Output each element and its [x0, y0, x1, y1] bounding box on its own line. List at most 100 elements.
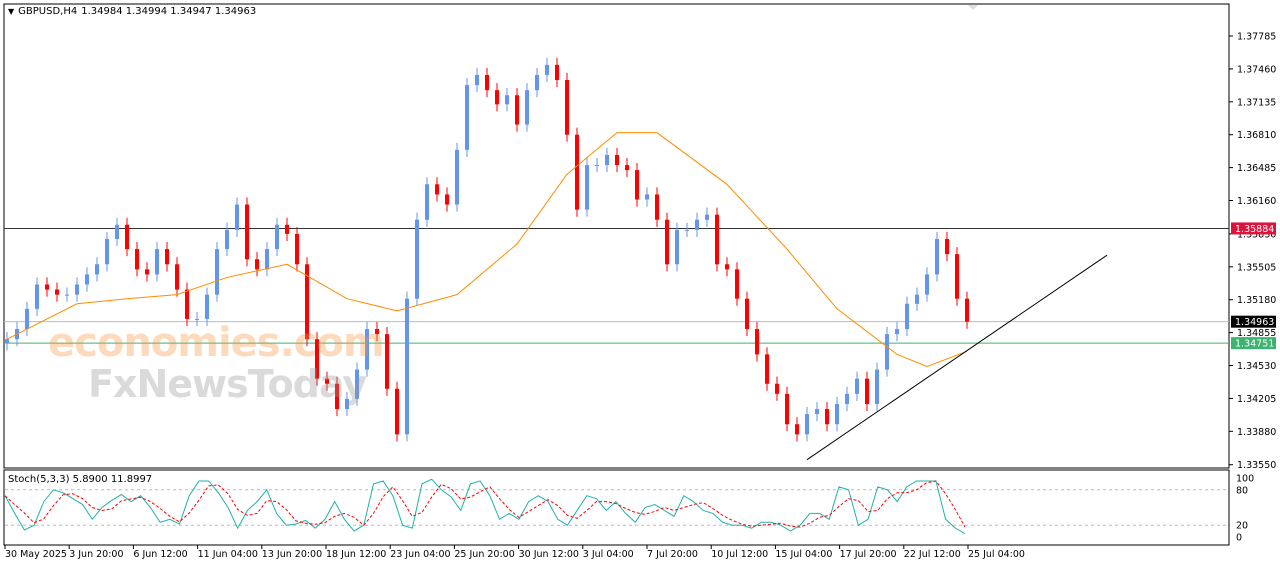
main-chart-border: [3, 3, 1230, 469]
price-tick-label: 1.35505: [1237, 262, 1276, 273]
stoch-scale-label: 80: [1236, 485, 1248, 496]
bull-candle: [915, 294, 919, 304]
bear-candle: [385, 334, 389, 389]
time-tick-label: 13 Jun 20:00: [262, 549, 322, 560]
time-tick-label: 11 Jun 04:00: [198, 549, 258, 560]
bull-candle: [425, 184, 429, 220]
bull-candle: [75, 284, 79, 295]
time-tick-label: 3 Jun 20:00: [69, 549, 123, 560]
bear-candle: [245, 204, 249, 260]
bull-candle: [845, 393, 849, 404]
time-tick-label: 17 Jul 20:00: [840, 549, 897, 560]
bull-candle: [875, 369, 879, 404]
bull-candle: [935, 238, 939, 275]
stoch-scale-label: 0: [1236, 533, 1242, 544]
bear-candle: [575, 134, 579, 210]
bull-candle: [105, 238, 109, 265]
bear-candle: [565, 80, 569, 135]
bear-candle: [765, 354, 769, 384]
bear-candle: [955, 254, 959, 299]
time-tick-label: 3 Jul 04:00: [583, 549, 634, 560]
bull-candle: [355, 369, 359, 399]
bear-candle: [445, 194, 449, 205]
price-tick-label: 1.36160: [1237, 196, 1276, 207]
bear-candle: [945, 238, 949, 255]
bear-candle: [655, 194, 659, 220]
bear-candle: [175, 264, 179, 290]
bull-candle: [835, 403, 839, 425]
support-price-label: 1.34751: [1235, 339, 1274, 350]
bear-candle: [865, 378, 869, 404]
price-tick-label: 1.34530: [1237, 361, 1276, 372]
stoch-label: Stoch(5,3,3) 5.8900 11.8997: [8, 474, 153, 485]
time-tick-label: 7 Jul 20:00: [647, 549, 698, 560]
bull-candle: [585, 165, 589, 210]
bear-candle: [555, 64, 559, 81]
price-tick-label: 1.36485: [1237, 163, 1276, 174]
bull-candle: [525, 90, 529, 125]
bull-candle: [595, 165, 599, 167]
bear-candle: [725, 264, 729, 270]
bull-candle: [415, 219, 419, 299]
triangle-down-icon[interactable]: ▼: [8, 7, 14, 16]
bear-candle: [135, 249, 139, 270]
bear-candle: [775, 383, 779, 394]
bull-candle: [235, 204, 239, 230]
bull-candle: [885, 334, 889, 370]
bull-candle: [925, 274, 929, 295]
bear-candle: [255, 259, 259, 270]
stoch-panel-border: [3, 469, 1230, 546]
bull-candle: [605, 154, 609, 166]
bull-candle: [895, 329, 899, 335]
time-tick-label: 18 Jun 12:00: [326, 549, 386, 560]
bear-candle: [665, 219, 669, 265]
time-tick-label: 23 Jun 04:00: [390, 549, 450, 560]
bull-candle: [155, 249, 159, 275]
price-axis: 1.37785 1.37460 1.37135 1.36810 1.36485 1.361…: [1229, 32, 1276, 471]
bull-candle: [465, 85, 469, 150]
bear-candle: [735, 269, 739, 299]
bull-candle: [405, 298, 409, 435]
bear-candle: [165, 249, 169, 265]
bull-candle: [855, 378, 859, 394]
bear-candle: [715, 214, 719, 265]
bear-candle: [55, 289, 59, 295]
bull-candle: [505, 95, 509, 105]
ohlc-readout: 1.34984 1.34994 1.34947 1.34963: [81, 6, 257, 17]
bear-candle: [755, 329, 759, 355]
bear-candle: [45, 284, 49, 290]
bear-candle: [145, 269, 149, 275]
bull-candle: [545, 64, 549, 75]
bull-candle: [85, 274, 89, 285]
stochastic-panel: 10080 200: [4, 474, 1254, 544]
time-tick-label: 25 Jun 20:00: [454, 549, 514, 560]
stoch-scale-label: 100: [1236, 474, 1254, 485]
bull-candle: [195, 318, 199, 320]
bull-candle: [645, 194, 649, 200]
time-axis: 30 May 2025 3 Jun 20:00 6 Jun 12:00 11 Jun …: [4, 545, 1025, 560]
bull-candle: [225, 229, 229, 250]
bear-candle: [285, 224, 289, 234]
bull-candle: [815, 409, 819, 415]
bull-candle: [905, 303, 909, 330]
bear-candle: [315, 339, 319, 379]
price-tick-label: 1.33550: [1237, 460, 1276, 471]
price-tick-label: 1.34205: [1237, 394, 1276, 405]
shift-marker-icon: [968, 5, 978, 10]
bear-candle: [435, 184, 439, 195]
bear-candle: [125, 224, 129, 250]
time-tick-label: 22 Jul 12:00: [904, 549, 961, 560]
time-tick-label: 25 Jul 04:00: [968, 549, 1025, 560]
chart-title: ▼ GBPUSD,H4 1.34984 1.34994 1.34947 1.34…: [8, 6, 256, 17]
bull-candle: [535, 74, 539, 91]
bull-candle: [805, 414, 809, 435]
bear-candle: [295, 233, 299, 265]
price-tick-label: 1.37460: [1237, 64, 1276, 75]
bear-candle: [965, 298, 969, 322]
chart-canvas[interactable]: 1.37785 1.37460 1.37135 1.36810 1.36485 1.361…: [0, 0, 1280, 567]
price-tick-label: 1.36810: [1237, 130, 1276, 141]
price-tick-label: 1.33880: [1237, 427, 1276, 438]
bear-candle: [185, 289, 189, 319]
bear-candle: [335, 383, 339, 410]
bear-candle: [625, 165, 629, 171]
